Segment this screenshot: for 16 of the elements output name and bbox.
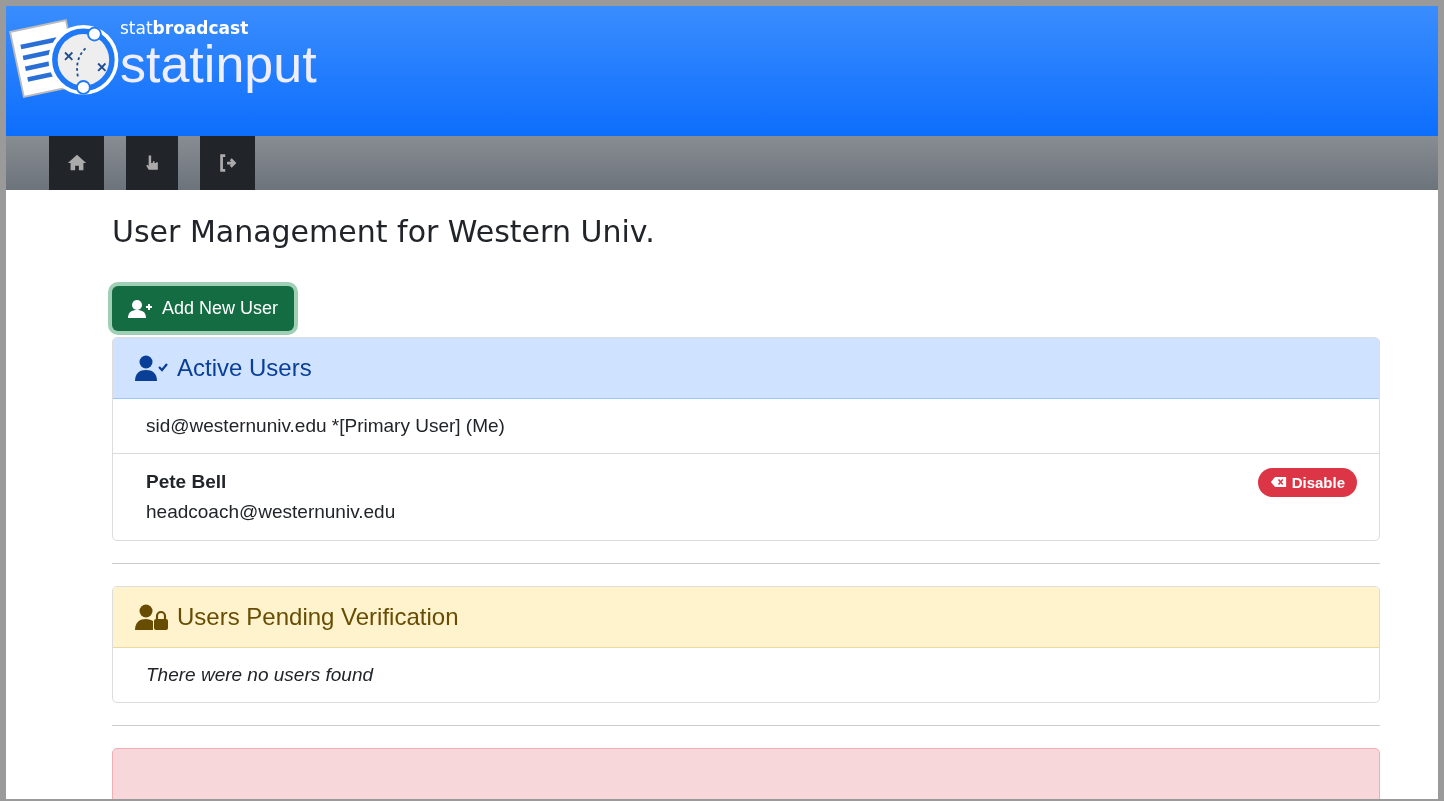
pointer-button[interactable]	[126, 136, 178, 190]
delete-tag-icon	[1269, 476, 1287, 488]
panel-title: Active Users	[177, 354, 312, 382]
user-lock-icon	[135, 604, 169, 630]
page-title: User Management for Western Univ.	[112, 214, 656, 250]
home-button[interactable]	[49, 136, 104, 190]
user-name: Pete Bell	[146, 471, 228, 493]
user-email: sid@westernuniv.edu *[Primary User] (Me)	[146, 415, 505, 437]
empty-message: There were no users found	[146, 664, 374, 686]
panel-title: Users Pending Verification	[177, 603, 459, 631]
add-user-icon	[128, 298, 154, 319]
user-email: headcoach@westernuniv.edu	[146, 501, 396, 523]
logout-button[interactable]	[200, 136, 255, 190]
user-check-icon	[135, 355, 169, 381]
brand-subtitle: statbroadcast	[120, 18, 250, 38]
disable-button[interactable]: Disable	[1257, 467, 1357, 497]
